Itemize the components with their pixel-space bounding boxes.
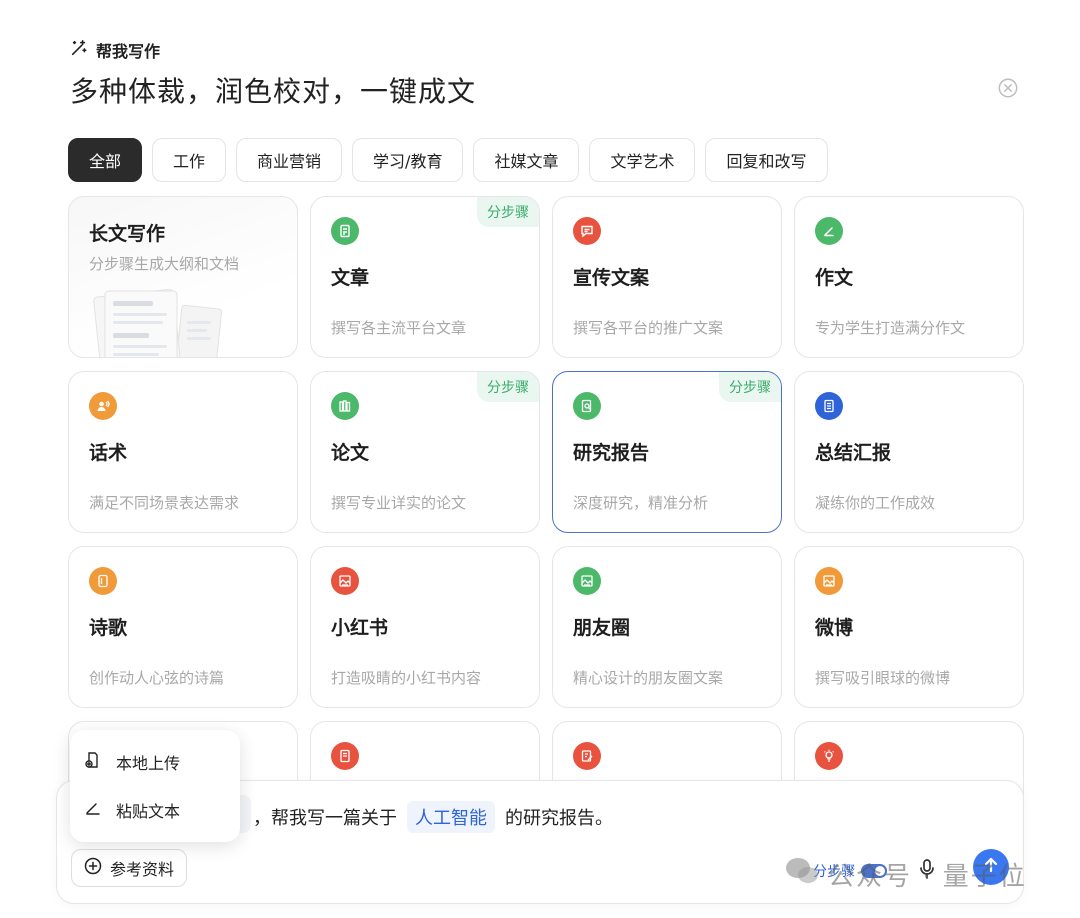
prompt-suffix: 的研究报告。 <box>505 804 613 830</box>
card-desc: 撰写各主流平台文章 <box>331 317 466 338</box>
category-tabs: 全部 工作 商业营销 学习/教育 社媒文章 文学艺术 回复和改写 <box>68 138 828 182</box>
pen-icon <box>815 217 843 245</box>
card-title: 宣传文案 <box>573 263 649 290</box>
report-search-icon <box>573 392 601 420</box>
card-article[interactable]: 分步骤 文章 撰写各主流平台文章 <box>310 196 540 358</box>
card-title: 小红书 <box>331 613 388 640</box>
card-desc: 撰写各平台的推广文案 <box>573 317 723 338</box>
chat-bubble-icon <box>573 217 601 245</box>
lightbulb-icon <box>815 742 843 770</box>
card-desc: 撰写专业详实的论文 <box>331 492 466 513</box>
watermark-text: 公众号 · 量子位 <box>828 856 1027 893</box>
image-card-icon <box>573 567 601 595</box>
tab-reply-rewrite[interactable]: 回复和改写 <box>705 138 827 182</box>
poem-icon <box>89 567 117 595</box>
wechat-icon <box>784 856 820 893</box>
card-speech[interactable]: 话术 满足不同场景表达需求 <box>68 371 298 533</box>
prompt-prefix: ，帮我写一篇关于 <box>253 804 397 830</box>
image-card-icon <box>815 567 843 595</box>
card-desc: 打造吸睛的小红书内容 <box>331 667 481 688</box>
card-title: 文章 <box>331 263 369 290</box>
tab-literature-art[interactable]: 文学艺术 <box>589 138 695 182</box>
plus-circle-icon <box>84 857 102 879</box>
step-badge: 分步骤 <box>719 372 781 402</box>
image-card-icon <box>331 567 359 595</box>
page-title: 多种体裁，润色校对，一键成文 <box>70 70 476 110</box>
notebook-icon <box>331 742 359 770</box>
books-icon <box>331 392 359 420</box>
step-badge: 分步骤 <box>477 197 539 227</box>
card-title: 话术 <box>89 438 127 465</box>
pen-icon <box>84 799 102 821</box>
tab-all[interactable]: 全部 <box>68 138 142 182</box>
card-title: 诗歌 <box>89 613 127 640</box>
reference-label: 参考资料 <box>110 856 174 880</box>
card-essay[interactable]: 作文 专为学生打造满分作文 <box>794 196 1024 358</box>
card-desc: 凝练你的工作成效 <box>815 492 935 513</box>
tab-education[interactable]: 学习/教育 <box>352 138 463 182</box>
close-circle-icon <box>997 77 1019 103</box>
card-title: 微博 <box>815 613 853 640</box>
tab-work[interactable]: 工作 <box>152 138 226 182</box>
prompt-topic-field[interactable]: 人工智能 <box>407 801 495 833</box>
writing-assistant-label: 帮我写作 <box>70 38 160 62</box>
card-promo-copy[interactable]: 宣传文案 撰写各平台的推广文案 <box>552 196 782 358</box>
card-moments[interactable]: 朋友圈 精心设计的朋友圈文案 <box>552 546 782 708</box>
card-desc: 撰写吸引眼球的微博 <box>815 667 950 688</box>
upload-file-icon <box>84 751 102 773</box>
close-button[interactable] <box>996 78 1020 102</box>
card-long-form-writing[interactable]: 长文写作 分步骤生成大纲和文档 <box>68 196 298 358</box>
reference-button[interactable]: 参考资料 <box>71 849 187 887</box>
card-desc: 专为学生打造满分作文 <box>815 317 965 338</box>
card-title: 作文 <box>815 263 853 290</box>
card-poetry[interactable]: 诗歌 创作动人心弦的诗篇 <box>68 546 298 708</box>
card-title: 朋友圈 <box>573 613 630 640</box>
card-title: 长文写作 <box>89 219 165 246</box>
document-stack-illustration <box>91 287 241 358</box>
card-title: 研究报告 <box>573 438 649 465</box>
article-icon <box>331 217 359 245</box>
speaker-icon <box>89 392 117 420</box>
edit-doc-icon <box>573 742 601 770</box>
paste-text-label: 粘贴文本 <box>116 798 180 822</box>
card-desc: 满足不同场景表达需求 <box>89 492 239 513</box>
card-thesis[interactable]: 分步骤 论文 撰写专业详实的论文 <box>310 371 540 533</box>
tab-social-media[interactable]: 社媒文章 <box>473 138 579 182</box>
watermark: 公众号 · 量子位 <box>784 856 1027 893</box>
magic-wand-icon <box>70 39 88 61</box>
card-summary-report[interactable]: 总结汇报 凝练你的工作成效 <box>794 371 1024 533</box>
tab-marketing[interactable]: 商业营销 <box>236 138 342 182</box>
writing-assistant-text: 帮我写作 <box>96 38 160 62</box>
prompt-text[interactable]: ，帮我写一篇关于 人工智能 的研究报告。 <box>253 801 613 833</box>
card-desc: 创作动人心弦的诗篇 <box>89 667 224 688</box>
card-research-report[interactable]: 分步骤 研究报告 深度研究，精准分析 <box>552 371 782 533</box>
summary-doc-icon <box>815 392 843 420</box>
card-desc: 深度研究，精准分析 <box>573 492 708 513</box>
card-desc: 精心设计的朋友圈文案 <box>573 667 723 688</box>
card-title: 总结汇报 <box>815 438 891 465</box>
step-badge: 分步骤 <box>477 372 539 402</box>
card-weibo[interactable]: 微博 撰写吸引眼球的微博 <box>794 546 1024 708</box>
menu-item-local-upload[interactable]: 本地上传 <box>70 738 240 786</box>
local-upload-label: 本地上传 <box>116 750 180 774</box>
card-title: 论文 <box>331 438 369 465</box>
menu-item-paste-text[interactable]: 粘贴文本 <box>70 786 240 834</box>
card-xiaohongshu[interactable]: 小红书 打造吸睛的小红书内容 <box>310 546 540 708</box>
reference-popup-menu: 本地上传 粘贴文本 <box>70 730 240 842</box>
card-desc: 分步骤生成大纲和文档 <box>89 253 239 274</box>
